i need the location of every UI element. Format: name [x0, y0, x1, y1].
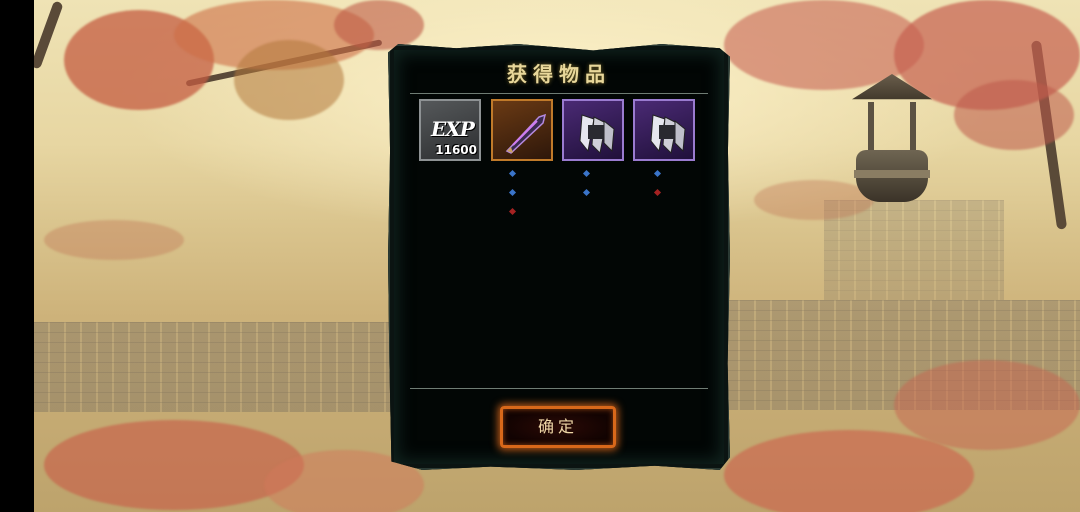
purple-blade-icon [505, 113, 547, 154]
gem-icon [582, 169, 591, 178]
gem-icon [508, 207, 517, 216]
gem-icon [508, 188, 517, 197]
reward-item-weapon[interactable] [491, 99, 553, 161]
item-gem-slots [508, 161, 517, 216]
claw-blade-icon [650, 114, 686, 155]
reward-item-exp[interactable]: EXP 11600 [419, 99, 481, 161]
exp-icon: EXP [431, 117, 475, 141]
foliage [234, 40, 344, 120]
fallen-leaves [894, 360, 1080, 450]
gem-icon [582, 188, 591, 197]
gem-icon [508, 169, 517, 178]
dialog-title: 获得物品 [507, 62, 611, 86]
exp-amount: 11600 [435, 143, 477, 157]
fallen-leaves [44, 420, 304, 510]
title-divider [410, 93, 708, 94]
footer-divider [410, 388, 708, 389]
item-gem-slots [653, 161, 662, 197]
reward-dialog: 获得物品 EXP 11600 确定 [388, 44, 730, 470]
reward-item-claw[interactable] [633, 99, 695, 161]
screen-edge [0, 0, 34, 512]
foliage [954, 80, 1074, 150]
incense-burner [844, 74, 940, 210]
reward-item-claw[interactable] [562, 99, 624, 161]
gem-icon [653, 169, 662, 178]
confirm-button[interactable]: 确定 [500, 406, 616, 448]
foliage [334, 0, 424, 50]
gem-icon [653, 188, 662, 197]
stone-pavement-left [34, 322, 394, 412]
tree-trunk-left [34, 0, 64, 70]
claw-blade-icon [579, 114, 615, 155]
item-gem-slots [582, 161, 591, 197]
fallen-leaves [44, 220, 184, 260]
